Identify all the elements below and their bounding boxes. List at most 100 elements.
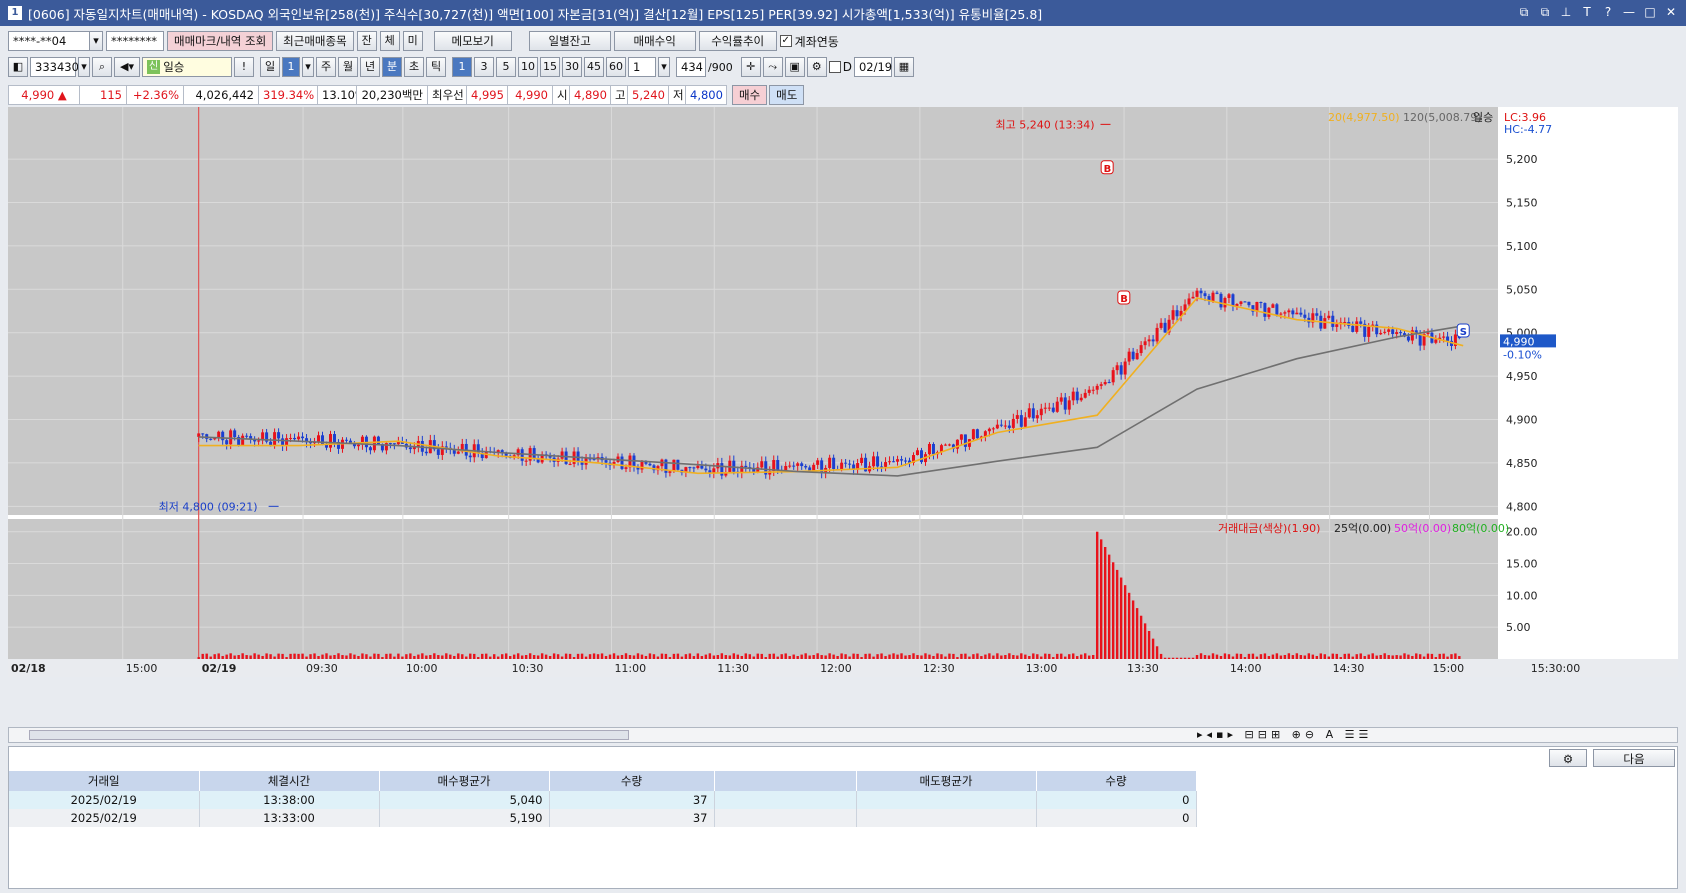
save-icon[interactable]: ▣ [784,57,805,77]
table-row[interactable]: 2025/02/19 13:38:00 5,040 37 0 [9,791,1197,809]
legend-ma20: 20(4,977.50) [1328,111,1400,124]
minute-3-button[interactable]: 3 [474,57,494,77]
volume-bar [604,656,608,659]
chevron-down-icon[interactable]: ▾ [302,57,314,77]
volume-bar [532,655,536,659]
volume-bar [309,654,312,659]
font-icon[interactable]: T [1580,4,1594,20]
next-button[interactable]: 다음 [1593,749,1675,767]
bar-count-input[interactable]: 434 [676,57,706,77]
volume-bar [1103,547,1107,659]
chevron-down-icon[interactable]: ▾ [658,57,670,77]
alert-button[interactable]: ! [234,57,254,77]
volume-bar [876,654,879,659]
volume-bar [1095,531,1099,659]
memo-button[interactable]: 메모보기 [433,31,512,51]
volume-bar [908,655,911,659]
stock-code-input[interactable]: 333430 [30,57,79,77]
tool-icon[interactable]: ⤳ [762,57,783,77]
chevron-down-icon[interactable]: ▾ [78,57,90,77]
volume-bar [293,653,296,659]
account-link-checkbox[interactable]: ✓ [779,35,792,47]
volume-bar [353,654,356,659]
volume-bar [289,653,292,659]
candle-body [225,440,229,445]
volume-bar [1107,554,1111,659]
table-row[interactable]: 2025/02/19 13:33:00 5,190 37 0 [9,809,1197,827]
search-icon[interactable]: ⌕ [92,57,112,77]
maximize-icon[interactable]: □ [1643,4,1657,20]
date-input[interactable]: 02/19 [853,57,892,77]
speaker-icon[interactable]: ◀▾ [114,57,140,77]
volume-bar [600,653,604,659]
link-icon[interactable]: ⧉ [1517,4,1531,20]
volume-bar [752,656,755,659]
unexecuted-button[interactable]: 미 [402,31,423,51]
col-sell-avg: 매도평균가 [856,771,1037,791]
chevron-down-icon[interactable]: ▾ [89,31,103,51]
minute-5-button[interactable]: 5 [496,57,516,77]
period-tick-button[interactable]: 틱 [426,57,446,77]
crosshair-icon[interactable]: ✛ [740,57,761,77]
volume-bar [856,653,859,659]
calendar-icon[interactable]: ▦ [893,57,914,77]
volume-bar [1199,653,1203,659]
minute-60-button[interactable]: 60 [606,57,626,77]
scroll-thumb[interactable] [29,730,629,740]
password-field[interactable]: ******** [106,31,164,51]
price-chart[interactable]: 5,2005,1505,1005,0505,0004,9504,9004,850… [8,107,1678,723]
period-second-button[interactable]: 초 [404,57,424,77]
candle-body [1283,312,1287,314]
daily-balance-button[interactable]: 일별잔고 [528,31,611,51]
candle-body [1123,361,1127,375]
volume-bar [1311,654,1315,659]
close-icon[interactable]: ✕ [1664,4,1678,20]
gear-icon[interactable]: ⚙ [1549,749,1587,767]
minute-30-button[interactable]: 30 [562,57,582,77]
volume-bar [1442,653,1445,659]
period-minute-button[interactable]: 분 [382,57,402,77]
executed-button[interactable]: 체 [379,31,400,51]
volume-bar [1159,653,1163,659]
trade-mark-query-button[interactable]: 매매마크/내역 조회 [167,31,274,51]
sell-button[interactable]: 매도 [769,85,805,105]
volume-bar [1438,653,1441,659]
volume-bar [1458,656,1461,659]
period-week-button[interactable]: 주 [316,57,336,77]
buy-button[interactable]: 매수 [732,85,768,105]
restore-icon[interactable]: ⧉ [1538,4,1552,20]
minute-1-button[interactable]: 1 [452,57,472,77]
volume-bar [1411,655,1414,659]
volume-bar [1446,656,1449,659]
account-select[interactable]: ****-**04 [8,31,90,51]
trade-mark-label: B [1104,164,1112,175]
pin-icon[interactable]: ⊥ [1559,4,1573,20]
period-year-button[interactable]: 년 [360,57,380,77]
volume-bar [361,653,364,659]
x-tick-label: 11:30 [717,662,749,675]
minute-10-button[interactable]: 10 [518,57,538,77]
minimize-icon[interactable]: — [1622,4,1636,20]
price-change-pct: +2.36% [126,85,184,105]
help-icon[interactable]: ? [1601,4,1615,20]
multiplier-select[interactable]: 1 [628,57,656,77]
return-trend-button[interactable]: 수익률추이 [698,31,777,51]
balance-button[interactable]: 잔 [356,31,377,51]
gear-icon[interactable]: ⚙ [806,57,827,77]
chart-scrollbar[interactable]: ▸◂▪▸ ⊟⊟⊞ ⊕⊖ A ☰☰ [8,727,1678,743]
candle-body [1147,339,1151,342]
recent-trade-button[interactable]: 최근매매종목 [276,31,354,51]
period-day-button[interactable]: 일 [260,57,280,77]
period-month-button[interactable]: 월 [338,57,358,77]
date-checkbox[interactable] [828,61,841,73]
period-day-count[interactable]: 1 [282,57,300,77]
layout-icon[interactable]: ◧ [8,57,28,77]
price-change: 115 [79,85,127,105]
minute-45-button[interactable]: 45 [584,57,604,77]
trade-profit-button[interactable]: 매매수익 [613,31,696,51]
minute-15-button[interactable]: 15 [540,57,560,77]
chart-toolbar-icons[interactable]: ▸◂▪▸ ⊟⊟⊞ ⊕⊖ A ☰☰ [1197,728,1372,741]
stock-name-field[interactable]: 신 일승 [142,57,232,77]
volume-bar [1375,655,1378,659]
candle-body [356,444,360,447]
